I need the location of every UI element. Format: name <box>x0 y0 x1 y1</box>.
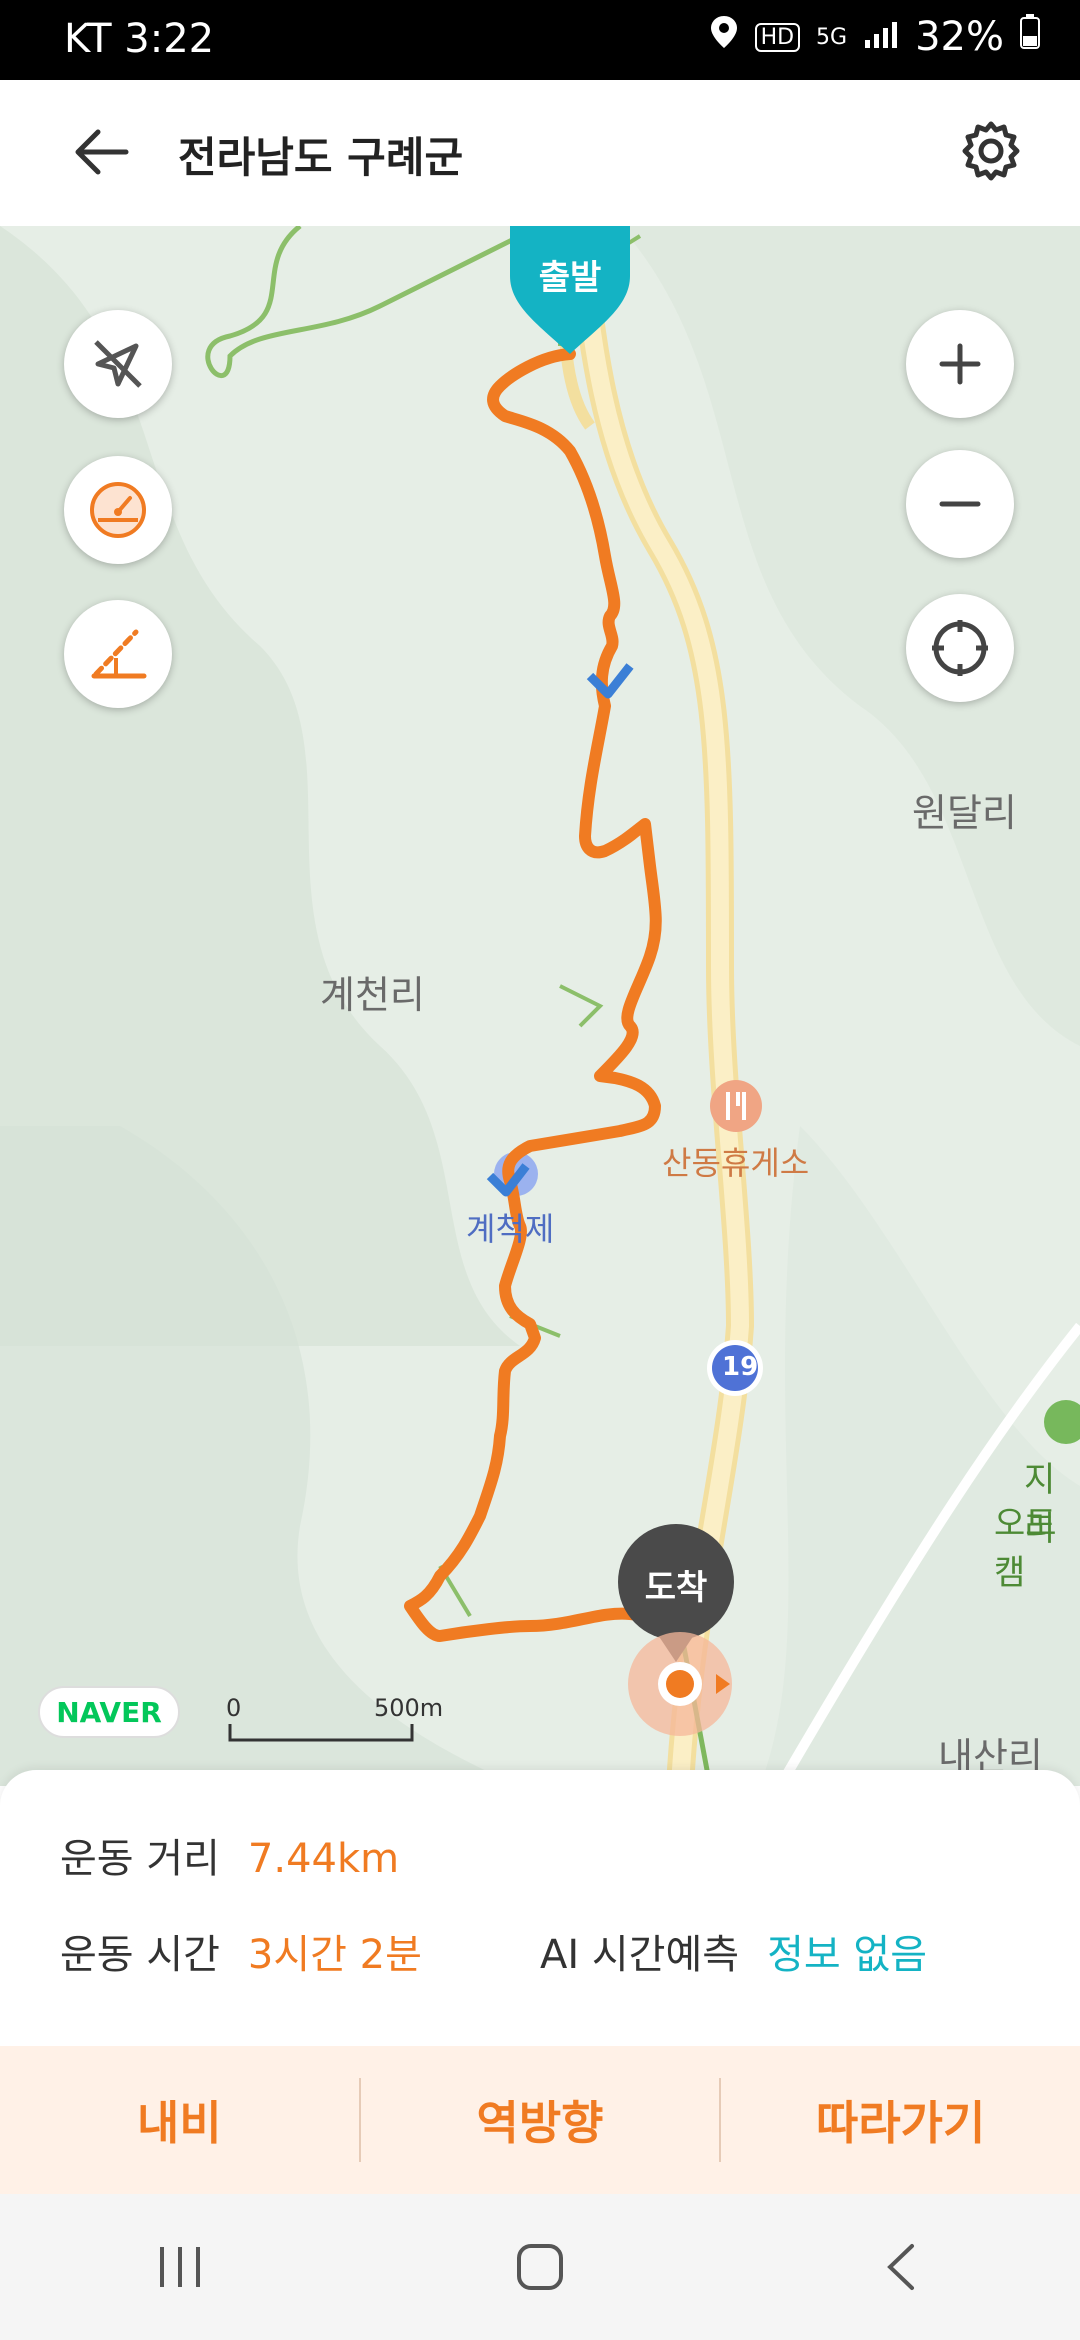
home-button[interactable] <box>500 2227 580 2307</box>
map-label-dam[interactable]: 계척제 <box>466 1204 554 1250</box>
battery-percent: 32% <box>915 14 1004 60</box>
status-icons: HD 5G 32% <box>709 14 1040 60</box>
scale-start: 0 <box>226 1694 242 1722</box>
map-background <box>0 226 1080 1786</box>
signal-icon <box>863 14 899 60</box>
time-label: 운동 시간 <box>60 1932 220 1978</box>
system-nav-bar <box>0 2194 1080 2340</box>
zoom-in-button[interactable] <box>906 310 1014 418</box>
map-scale: 0 500m <box>226 1694 443 1742</box>
back-nav-button[interactable] <box>860 2227 940 2307</box>
ai-time-stat: AI 시간예측 정보 없음 <box>540 1922 927 1980</box>
crosshair-icon <box>932 620 988 676</box>
navigation-button[interactable]: 내비 <box>0 2087 359 2153</box>
distance-stat: 운동 거리 7.44km <box>60 1826 399 1884</box>
naver-logo: NAVER <box>38 1686 180 1738</box>
carrier-time: KT 3:22 <box>64 16 215 62</box>
time-value: 3시간 2분 <box>247 1932 422 1978</box>
start-pin-label: 출발 <box>538 258 602 298</box>
settings-button[interactable] <box>958 118 1024 184</box>
time-stat: 운동 시간 3시간 2분 <box>60 1922 422 1980</box>
battery-icon <box>1020 14 1040 60</box>
ai-time-value: 정보 없음 <box>767 1932 927 1978</box>
map-label-oto[interactable]: 오토캠 <box>994 1496 1080 1594</box>
elevation-button[interactable] <box>64 600 172 708</box>
my-location-button[interactable] <box>906 594 1014 702</box>
end-pin-label: 도착 <box>644 1568 708 1608</box>
distance-label: 운동 거리 <box>60 1836 220 1882</box>
gear-icon <box>962 121 1020 181</box>
zoom-out-button[interactable] <box>906 450 1014 558</box>
home-icon <box>517 2244 563 2290</box>
location-icon <box>709 14 739 60</box>
minus-icon <box>939 501 981 507</box>
map-label-wondal: 원달리 <box>912 791 1017 835</box>
recent-apps-button[interactable] <box>140 2227 220 2307</box>
recent-apps-icon <box>160 2247 200 2287</box>
compass-toggle-button[interactable] <box>64 310 172 418</box>
start-pin[interactable]: 출발 <box>510 226 630 356</box>
5g-icon: 5G <box>816 24 848 50</box>
app-bar: 전라남도 구례군 <box>0 80 1080 227</box>
road-number: 19 <box>722 1352 759 1382</box>
map-view[interactable]: 원달리 계천리 산동휴게소 계척제 19 지리 오토캠 내산리 출발 도착 NA… <box>0 226 1080 1786</box>
compass-off-icon <box>94 340 142 388</box>
route-info-panel: 운동 거리 7.44km 운동 시간 3시간 2분 AI 시간예측 정보 없음 <box>0 1770 1080 2046</box>
hd-icon: HD <box>754 22 801 52</box>
reverse-route-button[interactable]: 역방향 <box>361 2087 720 2153</box>
map-label-gyecheon: 계천리 <box>320 973 425 1017</box>
speedometer-icon <box>90 482 146 538</box>
current-location-marker <box>628 1632 732 1736</box>
map-label-sandong-rest-area[interactable]: 산동휴게소 <box>662 1138 809 1184</box>
distance-value: 7.44km <box>247 1836 400 1882</box>
speedometer-button[interactable] <box>64 456 172 564</box>
page-title: 전라남도 구례군 <box>178 133 464 182</box>
back-button[interactable] <box>70 120 134 184</box>
slope-icon <box>91 629 147 679</box>
ai-time-label: AI 시간예측 <box>540 1932 740 1978</box>
arrow-left-icon <box>75 129 129 175</box>
status-bar: KT 3:22 HD 5G 32% <box>0 0 1080 80</box>
plus-icon <box>939 343 981 385</box>
chevron-left-icon <box>887 2244 914 2290</box>
scale-end: 500m <box>374 1694 444 1722</box>
action-bar: 내비 역방향 따라가기 <box>0 2046 1080 2194</box>
follow-route-button[interactable]: 따라가기 <box>721 2087 1080 2153</box>
